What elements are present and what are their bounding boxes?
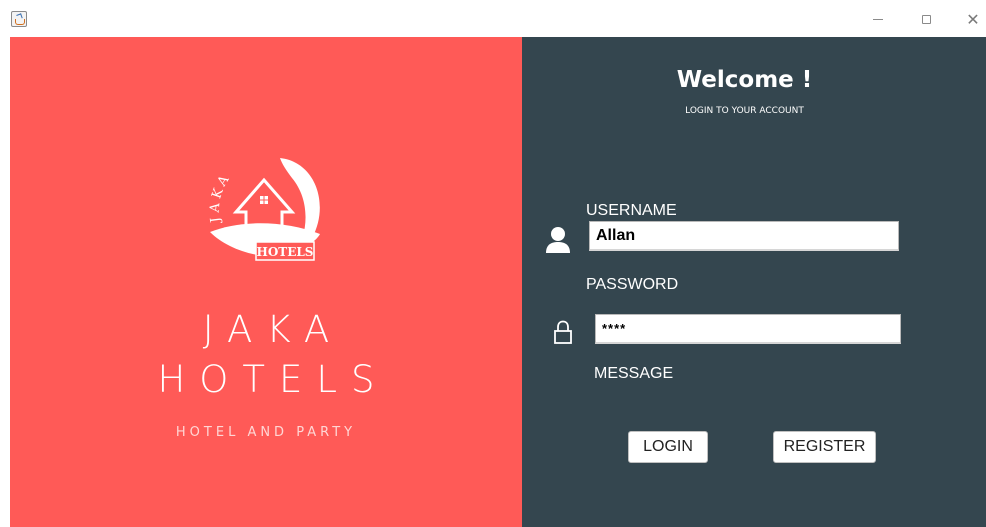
login-panel: Welcome ! LOGIN TO YOUR ACCOUNT USERNAME… bbox=[522, 37, 986, 527]
hotel-logo: HOTELS JAKA bbox=[207, 158, 320, 261]
minimize-icon[interactable] bbox=[866, 8, 890, 30]
brand-name-line1: JAKA bbox=[202, 308, 344, 351]
login-button[interactable]: LOGIN bbox=[628, 431, 708, 463]
password-input[interactable] bbox=[595, 314, 901, 344]
brand-tagline: HOTEL AND PARTY bbox=[175, 425, 357, 440]
username-input[interactable] bbox=[589, 221, 899, 251]
welcome-title: Welcome ! bbox=[676, 67, 813, 93]
close-icon[interactable]: ✕ bbox=[961, 8, 985, 30]
login-subtitle: LOGIN TO YOUR ACCOUNT bbox=[685, 106, 804, 116]
user-icon bbox=[546, 227, 570, 253]
maximize-icon[interactable] bbox=[914, 8, 938, 30]
logo-arc-text: JAKA bbox=[207, 170, 234, 226]
window-titlebar: ✕ bbox=[0, 0, 986, 37]
register-button[interactable]: REGISTER bbox=[773, 431, 876, 463]
message-label: MESSAGE bbox=[594, 365, 674, 382]
brand-name-line2: HOTELS bbox=[157, 358, 389, 401]
logo-ribbon-text: HOTELS bbox=[257, 245, 314, 259]
brand-panel: HOTELS JAKA JAKA HOTELS HOTEL AND PARTY bbox=[10, 37, 522, 527]
username-label: USERNAME bbox=[586, 202, 677, 219]
java-app-icon bbox=[11, 11, 27, 27]
lock-icon bbox=[554, 320, 572, 344]
password-label: PASSWORD bbox=[586, 276, 679, 293]
